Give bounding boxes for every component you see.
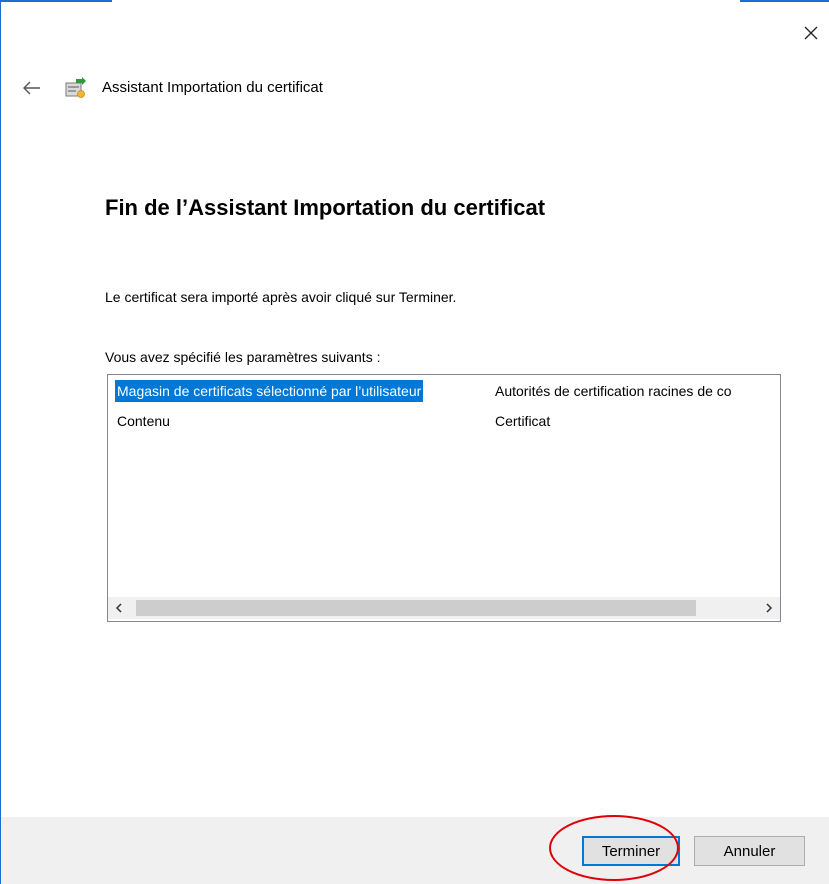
settings-list[interactable]: Magasin de certificats sélectionné par l… — [107, 374, 781, 622]
horizontal-scrollbar[interactable] — [108, 597, 780, 619]
scroll-left-button[interactable] — [108, 597, 130, 619]
list-item[interactable]: Contenu Certificat — [108, 410, 780, 432]
chevron-right-icon — [766, 603, 773, 613]
close-icon — [804, 26, 818, 40]
certificate-wizard-icon — [65, 77, 86, 98]
scroll-right-button[interactable] — [758, 597, 780, 619]
wizard-title: Assistant Importation du certificat — [102, 79, 323, 96]
settings-list-label: Vous avez spécifié les paramètres suivan… — [105, 349, 381, 365]
list-item[interactable]: Magasin de certificats sélectionné par l… — [108, 380, 780, 402]
finish-button[interactable]: Terminer — [582, 836, 680, 866]
page-heading: Fin de l’Assistant Importation du certif… — [105, 195, 546, 220]
list-item-key: Magasin de certificats sélectionné par l… — [115, 380, 424, 402]
scrollbar-thumb[interactable] — [136, 600, 696, 616]
back-arrow-icon — [23, 81, 40, 95]
cancel-button[interactable]: Annuler — [694, 836, 805, 866]
list-item-key: Contenu — [117, 413, 170, 429]
window-top-accent-left — [0, 0, 112, 2]
info-text: Le certificat sera importé après avoir c… — [105, 289, 457, 305]
chevron-left-icon — [115, 603, 122, 613]
window-border — [0, 0, 1, 884]
back-button[interactable] — [18, 74, 46, 102]
list-item-value: Certificat — [495, 413, 551, 429]
list-item-value: Autorités de certification racines de co — [495, 383, 732, 399]
close-button[interactable] — [796, 18, 826, 48]
window-top-accent-right — [740, 0, 829, 2]
